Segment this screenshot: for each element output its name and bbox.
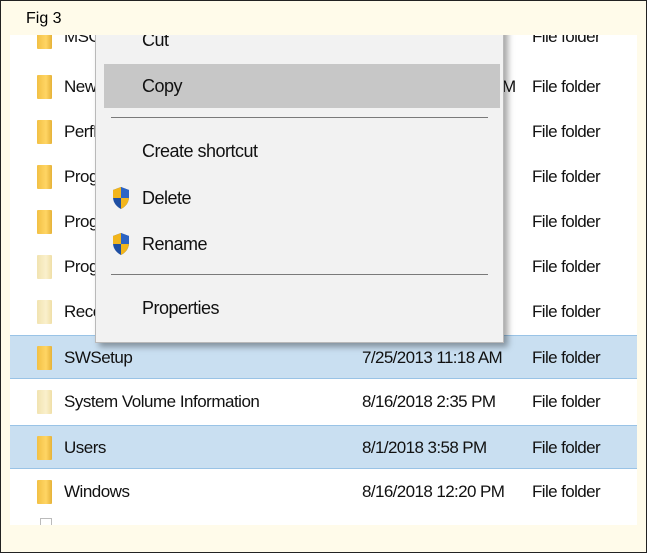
file-name: Prog — [64, 257, 98, 276]
menu-item-label: Copy — [142, 76, 183, 96]
uac-shield-icon — [113, 187, 129, 209]
menu-item-rename[interactable]: Rename — [96, 222, 503, 266]
file-type: File folder — [532, 257, 601, 276]
file-type: File folder — [532, 212, 601, 231]
file-date: 8/1/2018 3:58 PM — [362, 438, 487, 457]
file-name: SWSetup — [64, 348, 133, 367]
folder-icon — [37, 300, 52, 324]
file-type: File folder — [532, 122, 601, 141]
file-row[interactable]: System Volume Information 8/16/2018 2:35… — [10, 380, 637, 424]
menu-separator — [111, 117, 488, 118]
context-menu: Cut Copy Create shortcut Delete Rename P… — [95, 15, 504, 343]
folder-icon — [37, 480, 52, 504]
uac-shield-icon — [113, 233, 129, 255]
menu-item-label: Rename — [142, 234, 208, 254]
folder-icon — [37, 390, 52, 414]
file-type: File folder — [532, 302, 601, 321]
file-date: 8/16/2018 12:20 PM — [362, 482, 505, 501]
menu-item-delete[interactable]: Delete — [96, 176, 503, 220]
folder-icon — [37, 436, 52, 460]
bottom-strip — [10, 525, 637, 545]
file-row-selected[interactable]: Users 8/1/2018 3:58 PM File folder — [10, 425, 637, 469]
file-type: File folder — [532, 167, 601, 186]
file-date: M — [502, 77, 516, 96]
menu-item-label: Create shortcut — [142, 141, 258, 161]
file-name: Prog — [64, 167, 98, 186]
file-type: File folder — [532, 482, 601, 501]
folder-icon — [37, 120, 52, 144]
figure-frame: MSO File folder New M File folder PerfL … — [0, 0, 647, 553]
folder-icon — [37, 346, 52, 370]
menu-item-label: Properties — [142, 298, 220, 318]
menu-separator — [111, 274, 488, 275]
menu-item-label: Delete — [142, 188, 192, 208]
file-type: File folder — [532, 438, 601, 457]
file-icon-partial — [40, 518, 52, 525]
folder-icon — [37, 165, 52, 189]
file-name: New — [64, 77, 97, 96]
file-name: System Volume Information — [64, 392, 260, 411]
file-type: File folder — [532, 348, 601, 367]
file-type: File folder — [532, 77, 601, 96]
figure-caption-bar: Fig 3 — [1, 1, 646, 35]
folder-icon — [37, 210, 52, 234]
menu-item-create-shortcut[interactable]: Create shortcut — [96, 129, 503, 173]
file-date: 7/25/2013 11:18 AM — [362, 348, 503, 367]
file-date: 8/16/2018 2:35 PM — [362, 392, 496, 411]
file-name: Users — [64, 438, 106, 457]
folder-icon — [37, 75, 52, 99]
figure-caption: Fig 3 — [26, 10, 62, 27]
menu-item-properties[interactable]: Properties — [96, 286, 503, 330]
file-name: Windows — [64, 482, 130, 501]
file-type: File folder — [532, 392, 601, 411]
folder-icon — [37, 255, 52, 279]
menu-item-copy[interactable]: Copy — [104, 64, 500, 108]
file-row[interactable]: Windows 8/16/2018 12:20 PM File folder — [10, 470, 637, 514]
file-name: Prog — [64, 212, 98, 231]
